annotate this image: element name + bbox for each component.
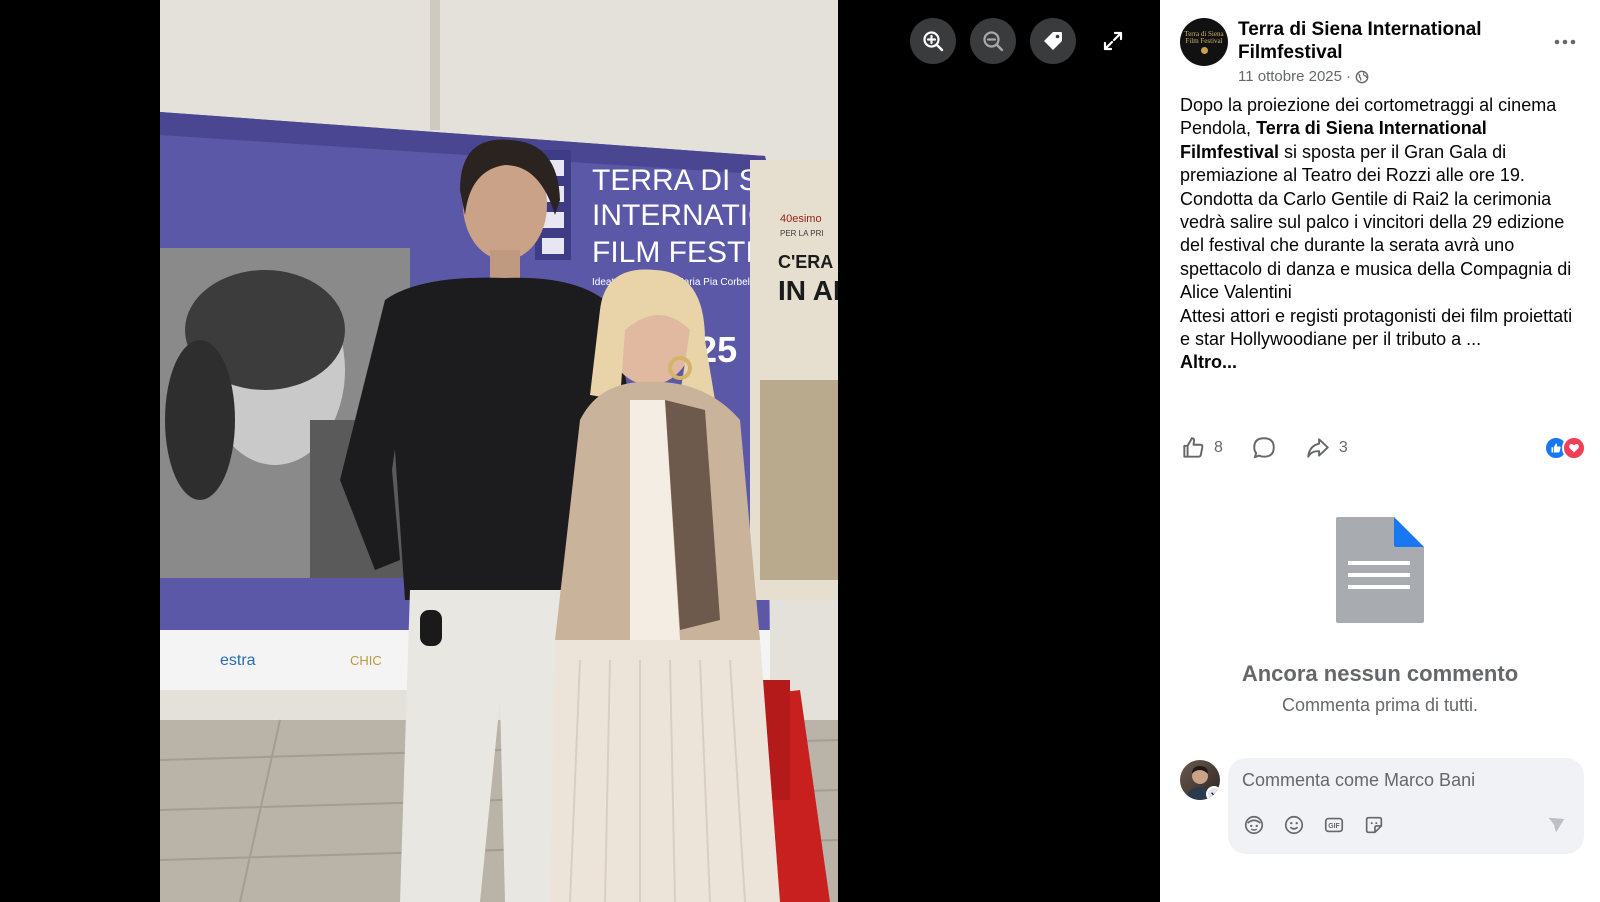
comment-composer: GIF <box>1180 758 1584 854</box>
post-text-line-2: Condotta da Carlo Gentile di Rai2 la cer… <box>1180 188 1565 256</box>
like-icon <box>1183 437 1204 458</box>
post-photo[interactable]: TERRA DI SIENA INTERNATIONAL FILM FESTIV… <box>160 0 838 902</box>
document-icon <box>1334 515 1426 625</box>
post-text: Dopo la proiezione dei cortometraggi al … <box>1180 94 1584 375</box>
page-avatar[interactable]: Terra di Siena Film Festival <box>1180 18 1228 66</box>
comment-input[interactable] <box>1242 768 1562 792</box>
page-name[interactable]: Terra di Siena International Filmfestiva… <box>1238 18 1528 64</box>
page-avatar-logo-mark <box>1200 46 1208 54</box>
sticker-icon <box>1365 816 1383 834</box>
post-text-line-4: Attesi attori e registi protagonisti dei… <box>1180 305 1573 350</box>
like-button[interactable]: 8 <box>1180 435 1223 461</box>
send-button[interactable] <box>1544 813 1568 837</box>
post-actions: 8 3 <box>1180 430 1586 466</box>
zoom-in-button[interactable] <box>910 18 956 64</box>
post-header: Terra di Siena Film Festival Terra di Si… <box>1180 18 1580 88</box>
post-panel: Terra di Siena Film Festival Terra di Si… <box>1160 0 1600 902</box>
poster-title-2: IN AM <box>778 275 838 306</box>
comment-box: GIF <box>1228 758 1584 854</box>
sponsor-chic: CHIC <box>350 653 382 668</box>
photo-viewer: TERRA DI SIENA INTERNATIONAL FILM FESTIV… <box>0 0 1160 902</box>
chevron-down-icon <box>1206 786 1220 800</box>
comment-icon <box>1253 437 1275 459</box>
poster-title-1: C'ERA U <box>778 252 838 272</box>
like-count: 8 <box>1214 439 1223 456</box>
poster-line-1: 40esimo <box>780 213 822 225</box>
reaction-summary[interactable] <box>1544 436 1586 460</box>
send-icon <box>1547 817 1565 833</box>
avatar-sticker-icon <box>1244 815 1264 835</box>
page-avatar-logo-text: Terra di Siena Film Festival <box>1184 29 1224 45</box>
post-meta: 11 ottobre 2025 · <box>1238 68 1369 85</box>
fullscreen-button[interactable] <box>1090 18 1136 64</box>
viewer-toolbar <box>910 18 1136 64</box>
sticker-button[interactable] <box>1362 813 1386 837</box>
more-options-button[interactable] <box>1550 30 1580 54</box>
emoji-button[interactable] <box>1282 813 1306 837</box>
avatar-sticker-button[interactable] <box>1242 813 1266 837</box>
composer-tools: GIF <box>1242 813 1386 837</box>
globe-icon <box>1355 70 1369 83</box>
empty-comments-title: Ancora nessun commento <box>1241 661 1519 686</box>
comment-button[interactable] <box>1251 435 1277 461</box>
user-avatar[interactable] <box>1180 760 1220 800</box>
meta-separator: · <box>1345 68 1351 85</box>
share-icon <box>1307 438 1329 458</box>
see-more-link[interactable]: Altro... <box>1180 352 1237 372</box>
more-dots-icon <box>1554 39 1576 45</box>
share-count: 3 <box>1338 439 1348 456</box>
gif-icon: GIF <box>1324 817 1344 833</box>
post-date[interactable]: 11 ottobre 2025 <box>1238 68 1342 85</box>
svg-text:GIF: GIF <box>1328 823 1339 830</box>
love-reaction-icon <box>1562 436 1586 460</box>
sponsor-estra: estra <box>220 652 256 669</box>
poster-line-2: PER LA PRI <box>780 229 824 238</box>
tag-icon <box>1044 32 1062 50</box>
post-text-line-3: spettacolo di danza e musica della Compa… <box>1180 258 1572 303</box>
zoom-out-button[interactable] <box>970 18 1016 64</box>
emoji-icon <box>1284 815 1304 835</box>
share-button[interactable]: 3 <box>1305 435 1348 461</box>
empty-comments-subtitle: Commenta prima di tutti. <box>1281 695 1479 715</box>
zoom-in-icon <box>923 31 944 52</box>
fullscreen-icon <box>1103 31 1123 51</box>
zoom-out-icon <box>983 31 1004 52</box>
tag-button[interactable] <box>1030 18 1076 64</box>
gif-button[interactable]: GIF <box>1322 813 1346 837</box>
comments-empty-state: Ancora nessun commento Commenta prima di… <box>1180 515 1580 716</box>
photo-illustration: TERRA DI SIENA INTERNATIONAL FILM FESTIV… <box>160 0 838 902</box>
